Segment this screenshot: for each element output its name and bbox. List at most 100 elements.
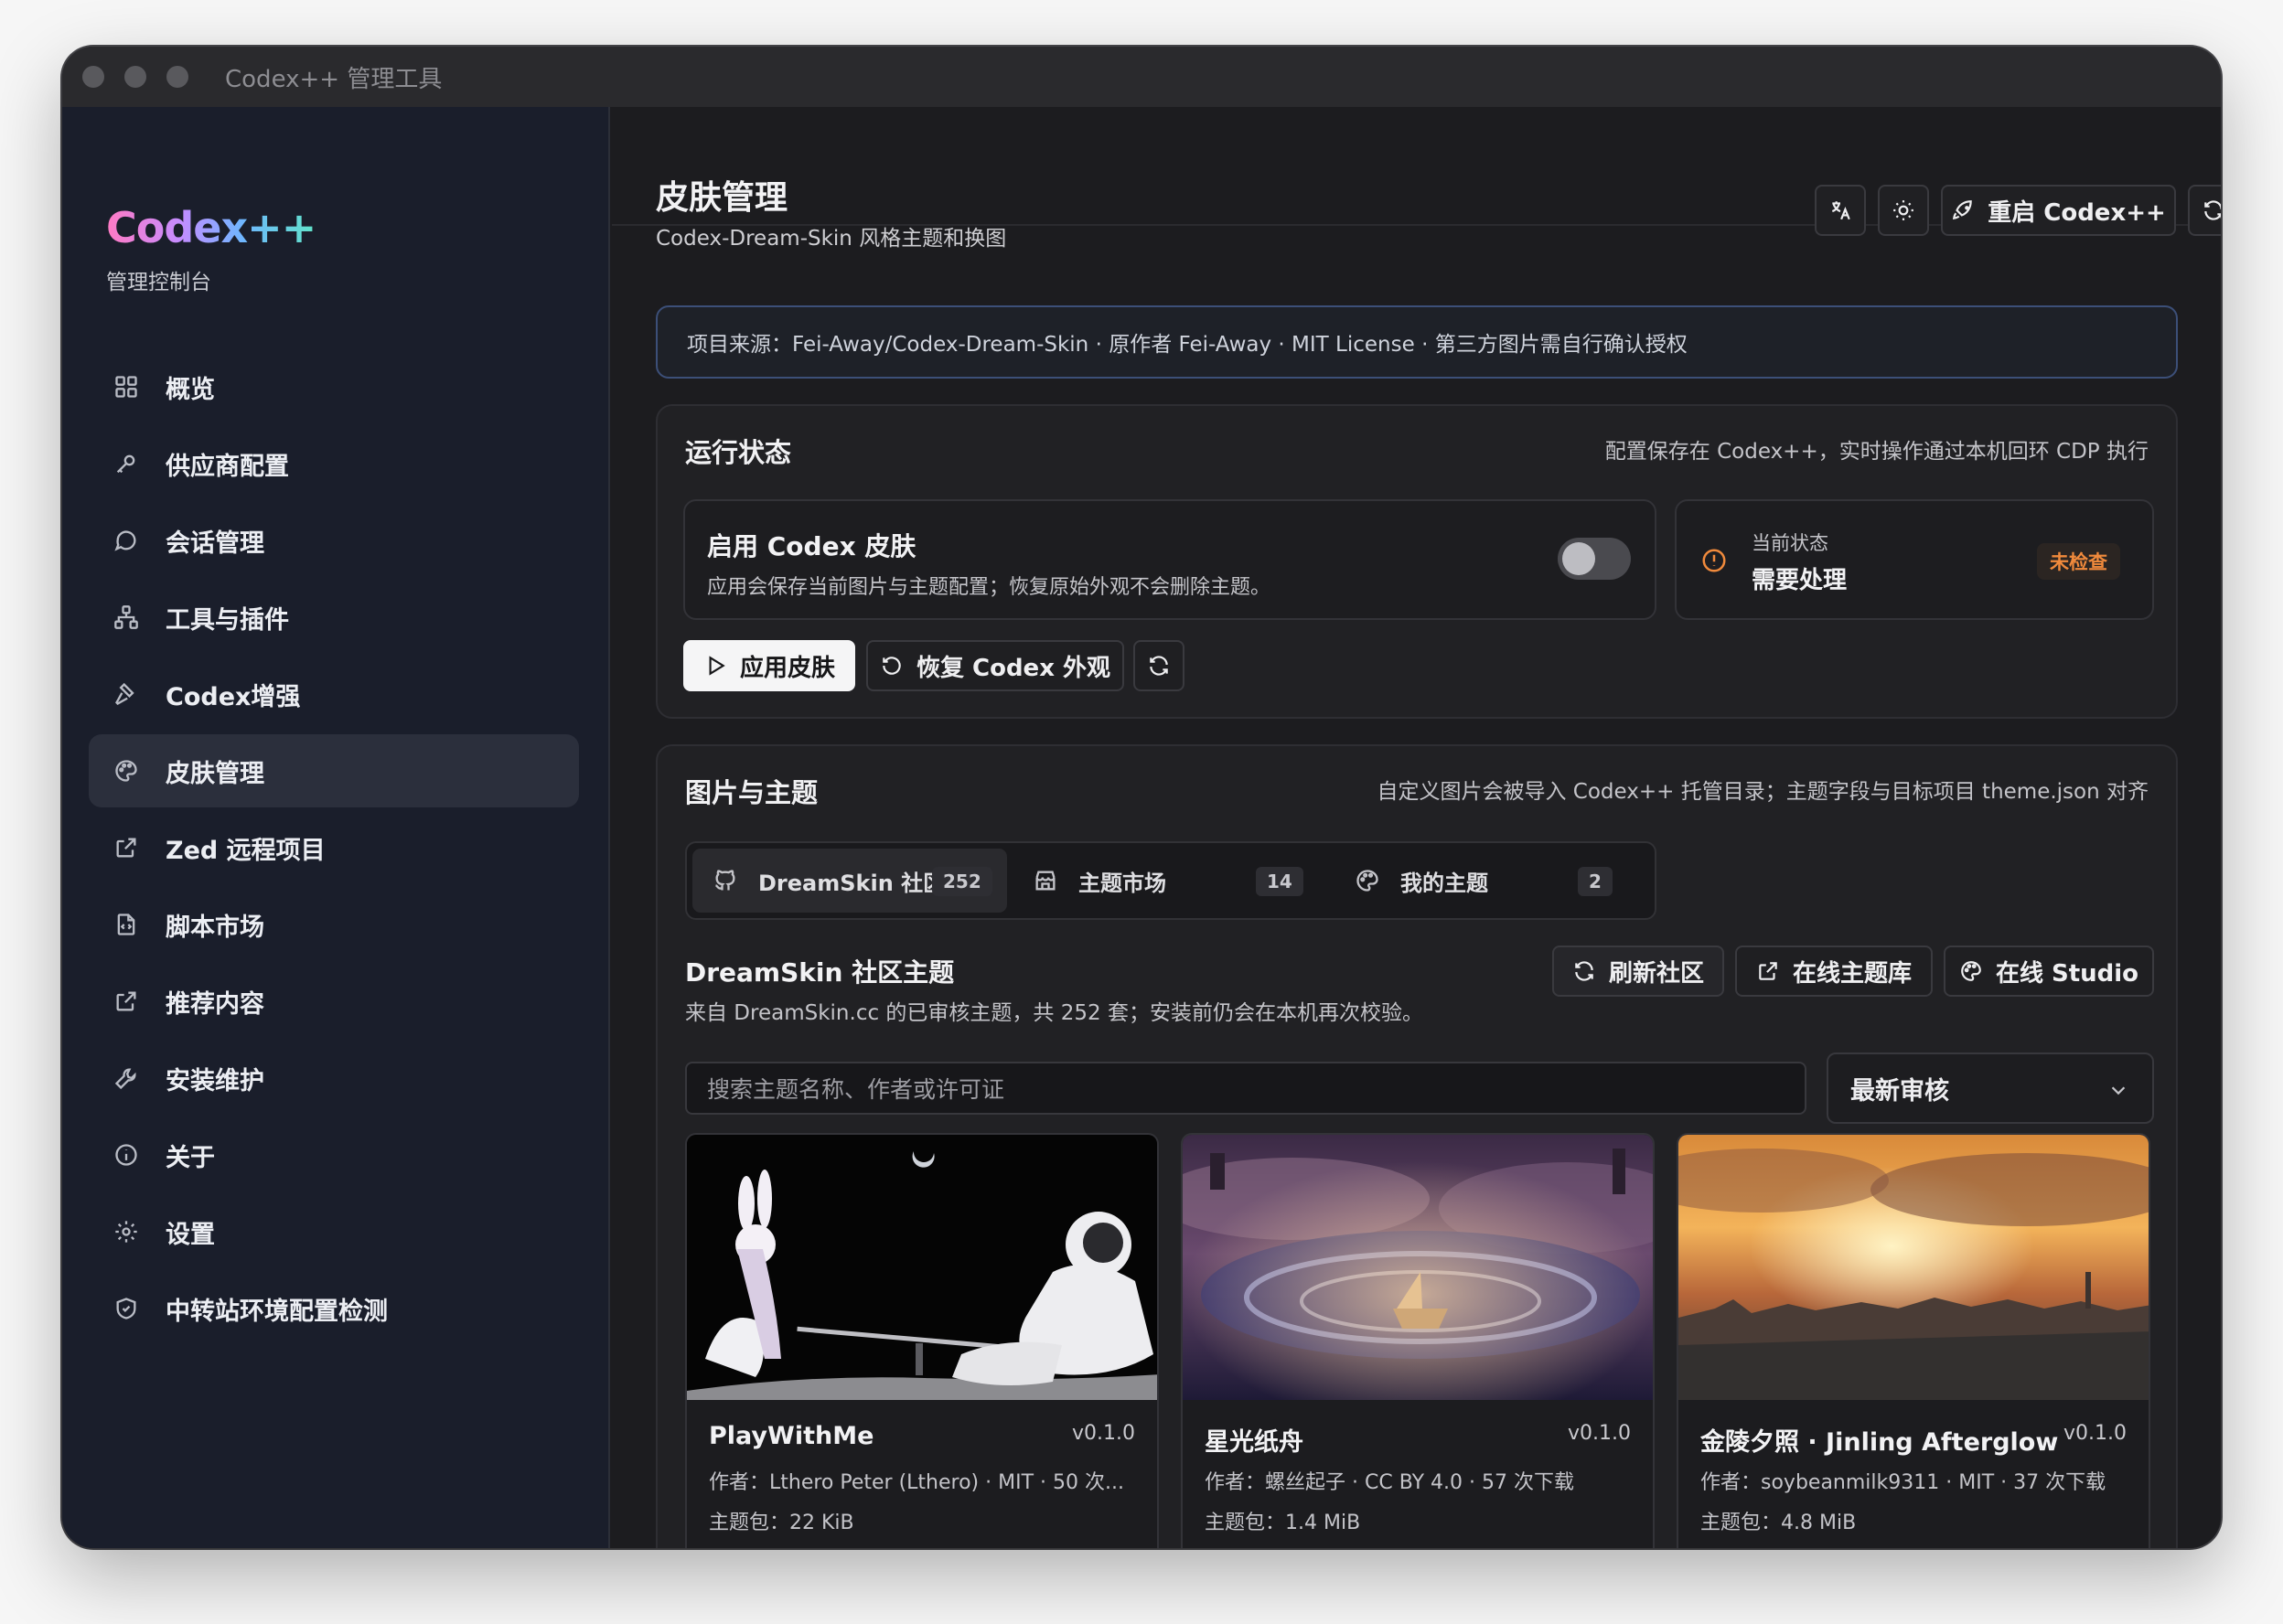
main-content: 皮肤管理 Codex-Dream-Skin 风格主题和换图 重启 Codex++… [612,107,2221,1548]
theme-version: v0.1.0 [1568,1422,1631,1445]
sidebar-item-relay-check[interactable]: 中转站环境配置检测 [89,1272,579,1345]
theme-package-size: 主题包：22 KiB [709,1512,854,1534]
refresh-icon [1147,654,1171,678]
wrench-icon [113,1064,140,1092]
sidebar-item-sessions[interactable]: 会话管理 [89,504,579,577]
theme-thumbnail [687,1135,1157,1400]
sidebar-item-label: Codex增强 [166,682,301,711]
enable-skin-title: 启用 Codex 皮肤 [707,531,916,561]
sidebar-item-maintenance[interactable]: 安装维护 [89,1042,579,1115]
script-file-icon [113,911,140,938]
theme-meta: 作者：Lthero Peter (Lthero) · MIT · 50 次... [709,1471,1124,1494]
warning-circle-icon [1700,547,1728,574]
minimize-window-button[interactable] [124,66,146,88]
runtime-status-card: 运行状态 配置保存在 Codex++，实时操作通过本机回环 CDP 执行 启用 … [656,404,2178,719]
grid-icon [113,373,140,401]
store-icon [1033,868,1078,893]
restore-codex-button[interactable]: 恢复 Codex 外观 [866,640,1124,691]
theme-name: 金陵夕照 · Jinling Afterglow [1700,1428,2059,1457]
tab-my-themes[interactable]: 我的主题 2 [1334,849,1649,913]
images-themes-card: 图片与主题 自定义图片会被导入 Codex++ 托管目录；主题字段与目标项目 t… [656,744,2178,1548]
network-icon [113,604,140,631]
status-badge: 未检查 [2037,543,2120,580]
restart-codex-button[interactable]: 重启 Codex++ [1941,185,2176,236]
sidebar-item-label: 会话管理 [166,529,264,558]
tab-dreamskin-community[interactable]: DreamSkin 社区 252 [692,849,1007,913]
sidebar-item-recommended[interactable]: 推荐内容 [89,965,579,1038]
restore-codex-label: 恢复 Codex 外观 [916,654,1111,682]
title-bar: Codex++ 管理工具 [62,47,2221,107]
section-title: DreamSkin 社区主题 [685,957,955,988]
chat-bubble-icon [113,527,140,554]
sidebar-item-script-market[interactable]: 脚本市场 [89,888,579,961]
theme-name: PlayWithMe [709,1422,874,1450]
apply-skin-button[interactable]: 应用皮肤 [683,640,855,691]
theme-source-tabs: DreamSkin 社区 252 主题市场 14 我的主题 2 [685,841,1656,920]
sidebar-item-label: 工具与插件 [166,605,289,635]
tab-label: 主题市场 [1078,870,1166,896]
tab-theme-market[interactable]: 主题市场 14 [1013,849,1327,913]
sidebar-item-codex-enhance[interactable]: Codex增强 [89,657,579,731]
online-theme-library-button[interactable]: 在线主题库 [1735,946,1933,997]
card-note: 配置保存在 Codex++，实时操作通过本机回环 CDP 执行 [1604,440,2149,464]
brand-subtitle: 管理控制台 [106,271,211,294]
sidebar-nav: 概览 供应商配置 会话管理 工具与插件 Codex增强 皮肤管理 Zed 远程项… [89,350,579,1349]
card-title: 图片与主题 [685,777,819,808]
apply-skin-label: 应用皮肤 [739,654,835,682]
external-link-icon [1756,959,1793,983]
sidebar-item-tools[interactable]: 工具与插件 [89,581,579,654]
tab-label: 我的主题 [1400,870,1488,896]
theme-meta: 作者：soybeanmilk9311 · MIT · 37 次下载 [1700,1471,2106,1494]
sidebar-item-label: 概览 [166,375,215,404]
online-studio-label: 在线 Studio [1995,959,2139,988]
refresh-community-button[interactable]: 刷新社区 [1552,946,1724,997]
refresh-icon [2202,198,2221,222]
sidebar-item-zed-remote[interactable]: Zed 远程项目 [89,811,579,884]
refresh-page-button[interactable] [2188,185,2221,236]
status-label: 当前状态 [1752,532,1828,554]
project-source-notice: 项目来源：Fei-Away/Codex-Dream-Skin · 原作者 Fei… [656,305,2178,379]
sort-select[interactable]: 最新审核 [1827,1052,2154,1124]
theme-card[interactable]: 星光纸舟 v0.1.0 作者：螺丝起子 · CC BY 4.0 · 57 次下载… [1181,1133,1655,1548]
theme-package-size: 主题包：1.4 MiB [1205,1512,1361,1534]
sidebar-item-label: 皮肤管理 [166,759,264,788]
theme-version: v0.1.0 [1072,1422,1135,1445]
close-window-button[interactable] [82,66,104,88]
theme-version: v0.1.0 [2063,1422,2127,1445]
sidebar-item-label: 设置 [166,1220,215,1249]
refresh-status-button[interactable] [1133,640,1184,691]
sidebar-item-skins[interactable]: 皮肤管理 [89,734,579,807]
shield-check-icon [113,1295,140,1322]
sidebar-item-label: 中转站环境配置检测 [166,1297,388,1326]
palette-icon [1959,959,1996,983]
translate-icon [1828,198,1852,222]
play-icon [703,654,740,678]
online-studio-button[interactable]: 在线 Studio [1944,946,2154,997]
theme-meta: 作者：螺丝起子 · CC BY 4.0 · 57 次下载 [1205,1471,1574,1494]
brand-logo: Codex++ [106,203,316,252]
sidebar-item-about[interactable]: 关于 [89,1118,579,1191]
sun-icon [1892,198,1915,222]
theme-search-input[interactable]: 搜索主题名称、作者或许可证 [685,1062,1806,1115]
sidebar-item-overview[interactable]: 概览 [89,350,579,423]
hammer-icon [113,680,140,708]
refresh-community-label: 刷新社区 [1608,959,1704,988]
theme-card[interactable]: 金陵夕照 · Jinling Afterglow v0.1.0 作者：soybe… [1677,1133,2150,1548]
sidebar-item-providers[interactable]: 供应商配置 [89,427,579,500]
gear-icon [113,1218,140,1245]
sidebar-item-label: 关于 [166,1143,215,1172]
info-icon [113,1141,140,1169]
sidebar-item-settings[interactable]: 设置 [89,1195,579,1268]
section-desc: 来自 DreamSkin.cc 的已审核主题，共 252 套；安装前仍会在本机再… [685,1001,1423,1025]
sidebar-item-label: 推荐内容 [166,989,264,1019]
theme-card[interactable]: PlayWithMe v0.1.0 作者：Lthero Peter (Lther… [685,1133,1159,1548]
enable-skin-toggle[interactable] [1558,538,1631,580]
translate-button[interactable] [1815,185,1866,236]
enable-skin-panel: 启用 Codex 皮肤 应用会保存当前图片与主题配置；恢复原始外观不会删除主题。 [683,499,1656,620]
page-title: 皮肤管理 [656,179,788,217]
tab-label: DreamSkin 社区 [758,870,946,896]
theme-toggle-button[interactable] [1878,185,1929,236]
zoom-window-button[interactable] [166,66,188,88]
sidebar-item-label: 安装维护 [166,1066,264,1095]
card-title: 运行状态 [685,437,792,468]
